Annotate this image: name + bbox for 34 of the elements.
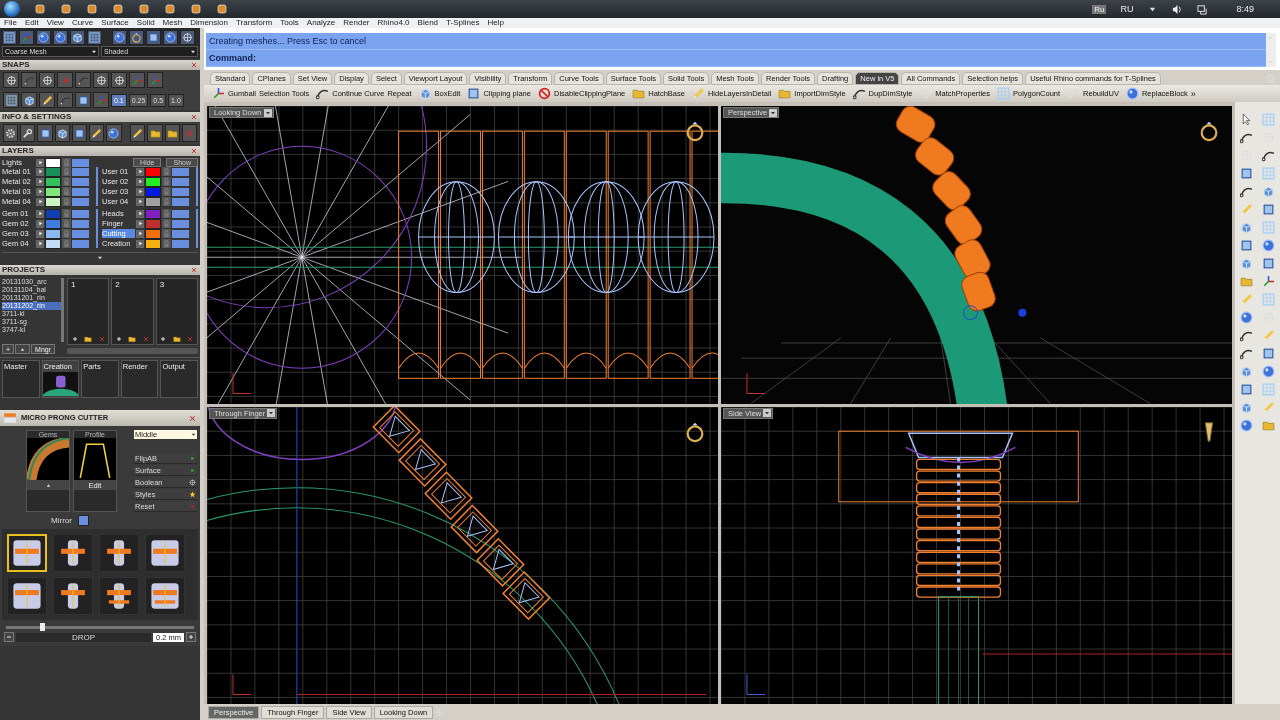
- menu-item[interactable]: Mesh: [162, 18, 183, 28]
- menu-item[interactable]: View: [46, 18, 64, 28]
- menu-item[interactable]: Solid: [136, 18, 155, 28]
- menu-item[interactable]: Edit: [24, 18, 39, 28]
- menu-item[interactable]: Transform: [235, 18, 273, 28]
- menu-item[interactable]: Curve: [71, 18, 94, 28]
- menu-item[interactable]: Dimension: [190, 18, 228, 28]
- mirror-label: Mirror: [51, 516, 72, 525]
- language-indicator[interactable]: RU: [1120, 4, 1134, 14]
- menu-item[interactable]: File: [4, 18, 17, 28]
- menu-item[interactable]: Help: [487, 18, 504, 28]
- menu-item[interactable]: Tools: [280, 18, 299, 28]
- slot-number: 1: [70, 279, 77, 290]
- clock: 8:49: [1236, 4, 1254, 14]
- menu-item[interactable]: Surface: [101, 18, 129, 28]
- language-badge[interactable]: Ru: [1092, 4, 1107, 14]
- project-slot[interactable]: 2: [111, 278, 154, 345]
- project-slot[interactable]: 1: [67, 278, 110, 345]
- menu-item[interactable]: Blend: [417, 18, 439, 28]
- panel-title: SNAPS: [2, 60, 30, 70]
- slot-number: 3: [158, 279, 166, 290]
- command-prompt[interactable]: Command:: [209, 53, 256, 63]
- menu-item[interactable]: Render: [343, 18, 370, 28]
- slot-number: 2: [114, 279, 121, 290]
- panel-title: INFO & SETTINGS: [2, 112, 72, 122]
- panel-title: LAYERS: [2, 146, 34, 156]
- menu-item[interactable]: T-Splines: [446, 18, 480, 28]
- menu-item[interactable]: Analyze: [306, 18, 336, 28]
- more-commands-button[interactable]: »: [1190, 88, 1196, 99]
- project-slot[interactable]: 3: [155, 278, 198, 345]
- panel-title: PROJECTS: [2, 265, 46, 275]
- command-message: Creating meshes... Press Esc to cancel: [209, 36, 367, 46]
- drop-label: DROP: [16, 632, 151, 642]
- menu-item[interactable]: Rhino4.0: [377, 18, 410, 28]
